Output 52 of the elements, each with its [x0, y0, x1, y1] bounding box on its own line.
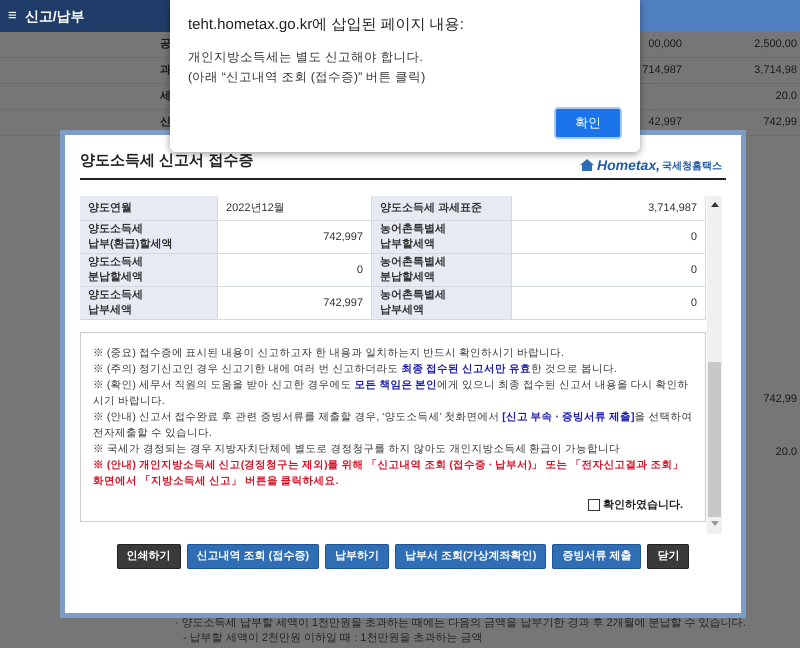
action-button[interactable]: 납부서 조회(가상계좌확인): [395, 544, 546, 569]
table-cell-text: 세: [160, 89, 172, 104]
page-title: 신고/납부: [24, 6, 85, 26]
checkbox[interactable]: [588, 499, 600, 511]
field-label: 양도소득세 납부(환급)할세액: [80, 221, 218, 253]
checkbox-label: 확인하였습니다.: [602, 498, 683, 513]
table-cell-text: 20.0: [776, 89, 797, 104]
field-label: 양도소득세 납부세액: [80, 287, 218, 319]
table-cell-text: 00,000: [647, 37, 682, 52]
field-label: 농어촌특별세 납부할세액: [372, 221, 512, 253]
table-cell-text: 42,997: [647, 115, 682, 130]
action-button[interactable]: 납부하기: [325, 544, 389, 569]
action-button[interactable]: 인쇄하기: [116, 544, 181, 569]
table-cell-text: 과: [160, 63, 172, 78]
field-label: 양도소득세 과세표준: [372, 196, 512, 220]
notice-text: ※ (안내) 개인지방소득세 신고(경정청구는 제외)를 위해 「신고내역 조회 (접수증 · 납부서)」 또는 「전자신고결과 조회」 화면에서 「지방소득세 신고」 버튼을 클릭하세요.: [93, 458, 684, 489]
field-label: 농어촌특별세 납부세액: [372, 287, 512, 319]
action-button[interactable]: 닫기: [647, 544, 690, 569]
house-icon: [578, 158, 595, 172]
alert-message: 개인지방소득세는 별도 신고해야 합니다.: [188, 48, 424, 66]
field-label: 양도연월: [80, 196, 218, 220]
alert-message: (아래 “신고내역 조회 (접수증)” 버튼 클릭): [188, 68, 426, 86]
menu-icon[interactable]: ≡: [8, 4, 17, 28]
note-text: · 양도소득세 납부할 세액이 1천만원을 초과하는 때에는 다음의 금액을 납부기한 경과 후 2개월에 분납할 수 있습니다.: [175, 616, 747, 631]
field-value: 3,714,987: [512, 196, 706, 220]
notice-text: ※ (안내) 신고서 접수완료 후 관련 증빙서류를 제출할 경우, ‘양도소득세’ 첫화면에서 [신고 부속 · 증빙서류 제출]을 선택하여 전자제출할 수 있습니다.: [93, 410, 693, 441]
table-cell-text: 714,987: [641, 63, 682, 78]
notice-text: ※ (중요) 접수증에 표시된 내용이 신고하고자 한 내용과 일치하는지 반드시 확인하시기 바랍니다.: [93, 346, 565, 361]
field-value: 0: [512, 221, 706, 253]
scroll-up-icon[interactable]: [710, 202, 718, 207]
scrollbar[interactable]: [707, 196, 722, 534]
action-button[interactable]: 증빙서류 제출: [552, 544, 642, 569]
notice-text: ※ (주의) 정기신고인 경우 신고기한 내에 여러 번 신고하더라도 최종 접수된 신고서만 유효한 것으로 봅니다.: [93, 362, 618, 377]
table-cell-text: 2,500,00: [754, 37, 797, 52]
table-cell-text: 3,714,98: [754, 63, 797, 78]
table-cell-text: 공: [160, 37, 172, 52]
ok-button[interactable]: 확인: [554, 106, 622, 138]
field-value: 0: [512, 254, 706, 286]
notice-text: ※ 국세가 경정되는 경우 지방자치단체에 별도로 경정청구를 하지 않아도 개인지방소득세 환급이 가능합니다: [93, 442, 622, 457]
dialog-title: 양도소득세 신고서 접수증: [80, 150, 254, 170]
field-label: 농어촌특별세 분납할세액: [372, 254, 512, 286]
note-text: - 납부할 세액이 2천만원 이하일 때 : 1천만원을 초과하는 금액: [183, 631, 484, 646]
table-cell-text: 20.0: [776, 444, 797, 460]
field-value: 0: [512, 287, 706, 319]
field-label: 양도소득세 분납할세액: [80, 254, 218, 286]
table-cell-text: 신: [160, 115, 172, 130]
hometax-logo: Hometax,국세청홈택스: [578, 158, 722, 172]
table-cell-text: 742,99: [763, 115, 797, 130]
alert-title: teht.hometax.go.kr에 삽입된 페이지 내용:: [188, 15, 465, 35]
table-cell-text: 742,99: [763, 392, 797, 407]
notice-text: ※ (확인) 세무서 직원의 도움을 받아 신고한 경우에도 모든 책임은 본인에게 있으니 최종 접수된 신고서 내용을 다시 확인하시기 바랍니다.: [93, 378, 690, 409]
action-button[interactable]: 신고내역 조회 (접수증): [186, 544, 319, 569]
